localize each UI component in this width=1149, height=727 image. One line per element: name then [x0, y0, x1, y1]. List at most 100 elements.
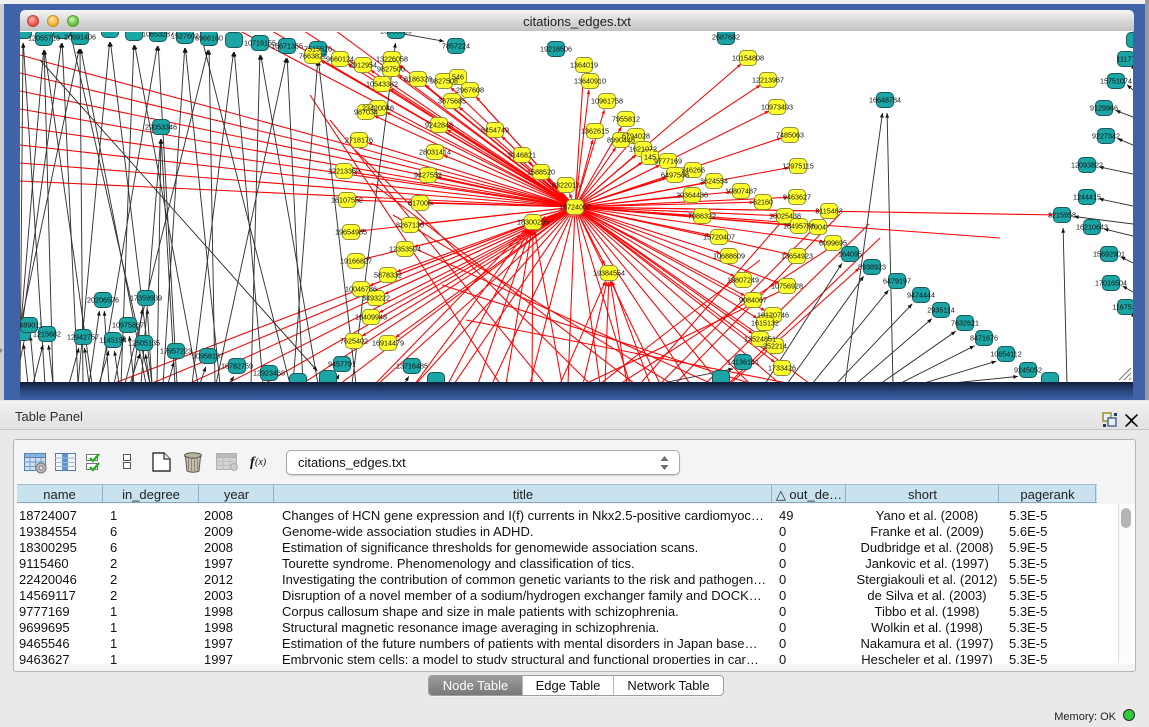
svg-text:10961758: 10961758 — [591, 96, 623, 105]
svg-text:5493222: 5493222 — [362, 293, 390, 302]
svg-text:10688609: 10688609 — [713, 251, 745, 260]
svg-text:3624554: 3624554 — [700, 176, 728, 185]
svg-text:8454749: 8454749 — [481, 125, 509, 134]
svg-text:2967608: 2967608 — [456, 85, 484, 94]
svg-text:16914479: 16914479 — [372, 338, 404, 347]
svg-text:17016504: 17016504 — [1095, 278, 1127, 287]
svg-text:16671355: 16671355 — [271, 41, 303, 50]
svg-text:28031414: 28031414 — [419, 147, 451, 156]
svg-text:10975867: 10975867 — [112, 320, 144, 329]
svg-text:1362615: 1362615 — [581, 126, 609, 135]
svg-text:1364019: 1364019 — [570, 60, 598, 69]
svg-text:9827500: 9827500 — [377, 64, 405, 73]
svg-text:7632621: 7632621 — [951, 318, 979, 327]
svg-text:8938923: 8938923 — [858, 262, 886, 271]
svg-text:1615132: 1615132 — [751, 318, 779, 327]
svg-text:9084067: 9084067 — [739, 295, 767, 304]
svg-text:9242848: 9242848 — [425, 120, 453, 129]
svg-text:16648784: 16648784 — [869, 95, 901, 104]
svg-text:3115463: 3115463 — [815, 206, 842, 215]
svg-text:12975115: 12975115 — [782, 161, 813, 170]
svg-text:20691406: 20691406 — [64, 32, 96, 41]
svg-text:19218506: 19218506 — [540, 44, 572, 53]
svg-text:8471676: 8471676 — [970, 333, 998, 342]
svg-text:9474444: 9474444 — [907, 290, 935, 299]
svg-text:10807487: 10807487 — [725, 186, 757, 195]
svg-text:13640910: 13640910 — [574, 76, 606, 85]
svg-text:18724007: 18724007 — [559, 202, 591, 211]
svg-text:7986322: 7986322 — [688, 211, 716, 220]
svg-text:10958137: 10958137 — [192, 351, 224, 360]
svg-text:817006: 817006 — [408, 198, 432, 207]
svg-text:(x): (x) — [255, 457, 267, 468]
svg-text:15751074: 15751074 — [1100, 76, 1132, 85]
svg-text:9427552: 9427552 — [414, 170, 442, 179]
svg-text:14136141: 14136141 — [727, 357, 759, 366]
svg-text:1244415: 1244415 — [1073, 192, 1101, 201]
svg-text:13716485: 13716485 — [396, 361, 428, 370]
svg-text:7625402: 7625402 — [340, 336, 368, 345]
svg-text:16033809: 16033809 — [380, 32, 412, 35]
svg-text:2718176: 2718176 — [345, 135, 373, 144]
svg-text:7857224: 7857224 — [442, 41, 470, 50]
svg-text:18300295: 18300295 — [517, 217, 549, 226]
svg-text:10973493: 10973493 — [761, 102, 793, 111]
svg-text:19654985: 19654985 — [335, 227, 367, 236]
svg-text:15692901: 15692901 — [1093, 249, 1125, 258]
svg-text:12505135: 12505135 — [128, 338, 160, 347]
svg-text:20364436: 20364436 — [676, 190, 708, 199]
svg-text:19384554: 19384554 — [593, 268, 625, 277]
svg-text:15720407: 15720407 — [703, 232, 735, 241]
svg-text:546: 546 — [452, 72, 464, 81]
svg-text:164095: 164095 — [838, 249, 862, 258]
svg-text:6099695: 6099695 — [819, 238, 847, 247]
svg-text:12923468: 12923468 — [253, 368, 285, 377]
svg-text:9146821: 9146821 — [508, 150, 536, 159]
svg-text:1215682: 1215682 — [33, 329, 61, 338]
svg-text:10543382: 10543382 — [366, 79, 398, 88]
svg-text:10653287: 10653287 — [142, 32, 174, 38]
svg-text:2687682: 2687682 — [712, 32, 740, 41]
svg-text:12093822: 12093822 — [1071, 160, 1103, 169]
svg-text:12942757: 12942757 — [67, 332, 99, 341]
svg-text:16210643: 16210643 — [1076, 222, 1108, 231]
svg-text:8912954: 8912954 — [349, 60, 377, 69]
svg-text:7904: 7904 — [810, 222, 826, 231]
svg-text:3875685: 3875685 — [438, 96, 466, 105]
svg-text:10756928: 10756928 — [771, 281, 803, 290]
svg-text:5878332: 5878332 — [374, 270, 402, 279]
svg-text:11177: 11177 — [1117, 54, 1133, 63]
svg-text:17359939: 17359939 — [130, 293, 162, 302]
svg-text:8322013: 8322013 — [552, 180, 580, 189]
svg-text:987034: 987034 — [354, 107, 378, 116]
svg-text:1145194: 1145194 — [99, 335, 126, 344]
svg-text:18807249: 18807249 — [727, 275, 759, 284]
svg-text:8267130: 8267130 — [396, 220, 424, 229]
svg-text:7955812: 7955812 — [612, 114, 640, 123]
svg-text:13654923: 13654923 — [781, 251, 813, 260]
svg-text:17957223: 17957223 — [160, 346, 192, 355]
svg-text:7663822: 7663822 — [299, 51, 327, 60]
svg-text:19166827: 19166827 — [340, 256, 372, 265]
svg-text:1733426: 1733426 — [768, 363, 796, 372]
svg-text:9489011: 9489011 — [20, 320, 43, 329]
svg-text:1167534: 1167534 — [1112, 302, 1133, 311]
svg-text:16409948: 16409948 — [355, 312, 387, 321]
svg-text:9463627: 9463627 — [783, 192, 811, 201]
svg-text:6966160: 6966160 — [195, 33, 223, 42]
svg-text:16782759: 16782759 — [221, 361, 253, 370]
svg-text:9777169: 9777169 — [654, 156, 682, 165]
svg-text:8186328: 8186328 — [404, 74, 432, 83]
svg-text:62160: 62160 — [753, 197, 773, 206]
svg-text:6794028: 6794028 — [622, 131, 650, 140]
svg-text:7485063: 7485063 — [776, 130, 804, 139]
svg-text:252214: 252214 — [763, 341, 787, 350]
svg-text:1588520: 1588520 — [527, 167, 555, 176]
svg-text:12213369: 12213369 — [328, 166, 360, 175]
svg-text:2935114: 2935114 — [927, 305, 954, 314]
svg-text:10154808: 10154808 — [732, 53, 764, 62]
svg-text:3215958: 3215958 — [1048, 210, 1076, 219]
svg-text:12055713: 12055713 — [28, 33, 60, 42]
svg-text:29053346: 29053346 — [145, 122, 177, 131]
svg-text:6479197: 6479197 — [883, 276, 911, 285]
